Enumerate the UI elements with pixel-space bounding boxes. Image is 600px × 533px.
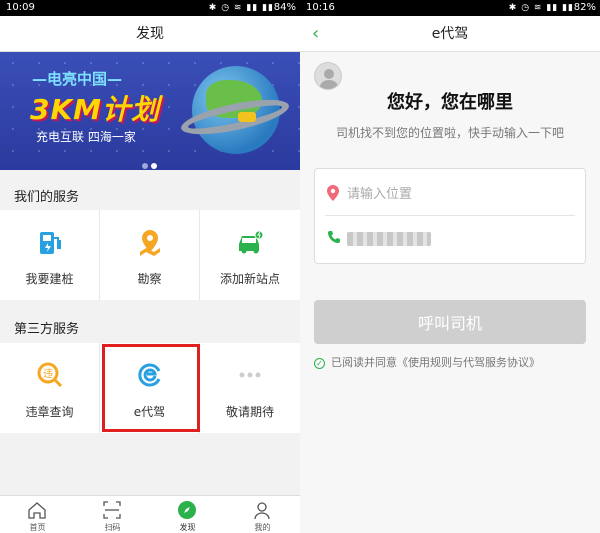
pager-dot-active (151, 163, 157, 169)
status-time: 10:16 (306, 2, 335, 13)
service-label: 添加新站点 (219, 272, 280, 286)
page-header: ‹ e代驾 (300, 16, 600, 52)
home-icon (28, 502, 46, 519)
profile-icon (254, 502, 270, 520)
svg-text:违: 违 (43, 368, 53, 380)
e-daijia-screen: 10:16 ✱ ◷ ≋ ▮▮ ▮▮ 82% ‹ e代驾 您好，您在哪里 司机找不… (300, 0, 600, 533)
status-bar: 10:09 ✱ ◷ ≋ ▮▮ ▮▮ 84% (0, 0, 300, 16)
avatar-head (324, 69, 334, 79)
location-pin-icon (327, 185, 339, 201)
tab-scan[interactable]: 扫码 (75, 496, 150, 533)
e-daijia-highlight-box (102, 344, 200, 432)
card-divider (325, 215, 575, 216)
call-driver-button[interactable]: 呼叫司机 (314, 300, 586, 344)
tab-label: 发现 (179, 523, 196, 532)
service-label: 敬请期待 (225, 405, 274, 419)
battery-level: 82% (573, 2, 596, 13)
banner-top-text: —电亮中国— (32, 70, 123, 88)
agreement-check-icon[interactable]: ✓ (314, 357, 325, 369)
tab-home[interactable]: 首页 (0, 496, 75, 533)
tab-label: 扫码 (104, 523, 121, 532)
service-label: 我要建桩 (25, 272, 74, 286)
user-avatar-icon[interactable] (314, 62, 342, 90)
status-time: 10:09 (6, 2, 35, 13)
status-icons: ✱ ◷ ≋ ▮▮ ▮▮ (508, 3, 574, 13)
service-build-charger[interactable]: 我要建桩 (0, 210, 100, 300)
service-survey[interactable]: 勘察 (100, 210, 200, 300)
service-label: 违章查询 (25, 405, 74, 419)
tab-discover[interactable]: 发现 (150, 496, 225, 533)
scan-icon (103, 501, 121, 519)
compass-icon (178, 501, 196, 519)
banner-pager (142, 154, 160, 173)
our-services-grid: 我要建桩 勘察 添加新站点 (0, 210, 300, 300)
banner-subtitle: 充电互联 四海一家 (36, 130, 136, 144)
agreement-text[interactable]: 已阅读并同意《使用规则与代驾服务协议》 (331, 356, 540, 369)
location-hint: 司机找不到您的位置啦，快手动输入一下吧 (335, 126, 564, 140)
service-label: 勘察 (137, 272, 162, 286)
tab-label: 首页 (29, 523, 46, 532)
pager-dot (142, 163, 148, 169)
page-title: e代驾 (431, 26, 469, 42)
discover-screen: 10:09 ✱ ◷ ≋ ▮▮ ▮▮ 84% 发现 —电亮中国— 3KM计划 充电… (0, 0, 300, 533)
tab-label: 我的 (254, 523, 271, 532)
tab-profile[interactable]: 我的 (225, 496, 300, 533)
service-add-station[interactable]: 添加新站点 (200, 210, 300, 300)
blurred-phone-value (347, 231, 431, 246)
agreement-row[interactable]: ✓ 已阅读并同意《使用规则与代驾服务协议》 (314, 354, 540, 370)
service-violation-query[interactable]: 违 违章查询 (0, 343, 100, 433)
page-title: 发现 (0, 16, 300, 52)
banner-headline: 3KM计划 (30, 93, 161, 126)
battery-level: 84% (273, 2, 296, 13)
location-card (314, 168, 586, 264)
car-illustration (238, 112, 256, 122)
promo-banner[interactable]: —电亮中国— 3KM计划 充电互联 四海一家 (0, 52, 300, 170)
phone-icon (328, 231, 340, 243)
greeting-heading: 您好，您在哪里 (387, 92, 513, 113)
status-bar: 10:16 ✱ ◷ ≋ ▮▮ ▮▮ 82% (300, 0, 600, 16)
violation-search-icon: 违 (37, 362, 63, 388)
bottom-tab-bar: 首页 扫码 发现 我的 (0, 495, 300, 533)
more-dots-icon (239, 372, 261, 378)
back-arrow-icon[interactable]: ‹ (312, 16, 319, 52)
our-services-title: 我们的服务 (14, 190, 80, 205)
map-pin-icon (140, 230, 160, 256)
phone-row (325, 227, 575, 249)
location-input[interactable] (347, 183, 567, 205)
service-coming-soon: 敬请期待 (200, 343, 300, 433)
phone-number-blurred[interactable] (347, 227, 431, 249)
third-services-title: 第三方服务 (14, 322, 80, 337)
status-icons: ✱ ◷ ≋ ▮▮ ▮▮ (208, 3, 274, 13)
charging-station-icon (40, 232, 61, 254)
car-add-icon (239, 230, 264, 254)
location-row (325, 183, 575, 205)
